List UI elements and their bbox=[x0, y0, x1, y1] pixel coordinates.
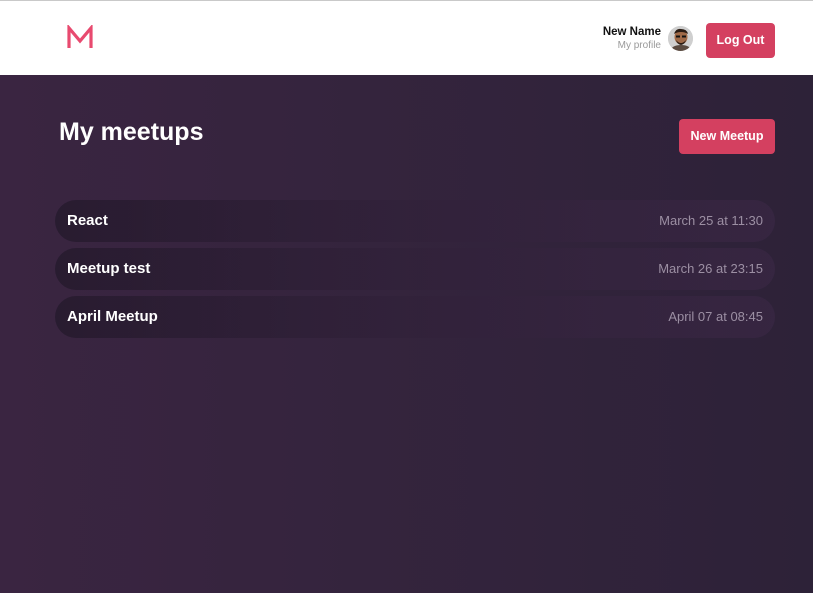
profile-block: New Name My profile bbox=[603, 25, 661, 53]
meetup-title: Meetup test bbox=[67, 260, 151, 277]
meetup-title: React bbox=[67, 212, 108, 229]
meetup-title: April Meetup bbox=[67, 308, 158, 325]
meetup-date: March 25 at 11:30 bbox=[659, 213, 763, 228]
m-logo-icon[interactable] bbox=[66, 25, 94, 49]
app-header: New Name My profile Log Out bbox=[0, 1, 813, 75]
meetup-item[interactable]: Meetup test March 26 at 23:15 bbox=[55, 248, 775, 290]
meetup-item[interactable]: React March 25 at 11:30 bbox=[55, 200, 775, 242]
meetup-date: April 07 at 08:45 bbox=[668, 309, 763, 324]
meetup-item[interactable]: April Meetup April 07 at 08:45 bbox=[55, 296, 775, 338]
meetup-date: March 26 at 23:15 bbox=[658, 261, 763, 276]
logout-button[interactable]: Log Out bbox=[706, 23, 775, 58]
user-avatar[interactable] bbox=[668, 26, 693, 51]
avatar-photo-icon bbox=[668, 26, 693, 51]
meetup-list: React March 25 at 11:30 Meetup test Marc… bbox=[55, 200, 775, 344]
my-profile-link[interactable]: My profile bbox=[603, 39, 661, 53]
profile-name: New Name bbox=[602, 26, 661, 38]
page-title: My meetups bbox=[59, 118, 204, 146]
new-meetup-button[interactable]: New Meetup bbox=[679, 119, 775, 154]
